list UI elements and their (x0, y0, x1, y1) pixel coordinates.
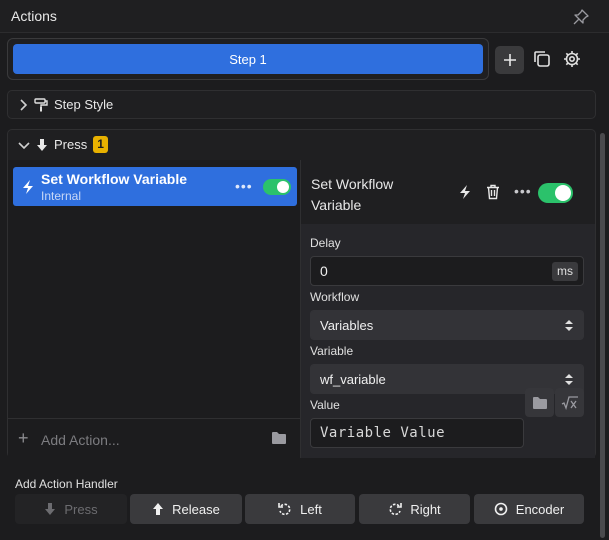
add-handler-label: Add Action Handler (15, 477, 118, 491)
duplicate-icon[interactable] (532, 49, 552, 69)
press-handler-label: Press (64, 501, 98, 517)
more-icon[interactable]: ••• (514, 183, 532, 199)
action-enabled-toggle[interactable] (263, 179, 291, 195)
variable-label: Variable (310, 344, 354, 358)
right-handler-label: Right (410, 501, 441, 517)
add-action-row[interactable]: + Add Action... (8, 418, 300, 458)
value-formula-button[interactable] (555, 388, 584, 417)
action-name: Set Workflow Variable (41, 171, 188, 187)
folder-icon (532, 396, 547, 409)
delay-unit: ms (552, 262, 578, 281)
bolt-icon (23, 180, 33, 194)
square-root-icon (561, 395, 578, 410)
variable-value: wf_variable (320, 371, 386, 387)
value-folder-button[interactable] (525, 388, 554, 417)
detail-title: Set Workflow Variable (311, 176, 394, 213)
select-caret-icon (565, 320, 573, 331)
encoder-handler-button[interactable]: Encoder (474, 494, 584, 524)
left-handler-label: Left (300, 501, 322, 517)
value-input[interactable]: Variable Value (310, 418, 524, 448)
encoder-handler-label: Encoder (515, 501, 565, 517)
chevron-down-icon (18, 141, 30, 149)
arrow-up-icon (153, 503, 164, 515)
delay-label: Delay (310, 236, 341, 250)
value-label: Value (310, 398, 340, 412)
delay-input[interactable]: 0 ms (310, 256, 584, 286)
press-handler-button[interactable]: Press (15, 494, 127, 524)
paint-roller-icon (34, 97, 48, 111)
panel-header: Actions (0, 0, 609, 33)
arrow-down-icon (37, 138, 47, 151)
delay-value: 0 (320, 263, 328, 279)
rotate-right-icon (389, 503, 403, 516)
press-section-header[interactable]: Press 1 (18, 136, 108, 153)
workflow-value: Variables (320, 317, 374, 333)
left-handler-button[interactable]: Left (245, 494, 355, 524)
add-action-label: Add Action... (41, 432, 120, 448)
step-style-section[interactable]: Step Style (7, 90, 596, 119)
press-label: Press (54, 137, 88, 152)
step-style-label: Step Style (54, 97, 114, 112)
folder-icon[interactable] (271, 431, 287, 445)
detail-enabled-toggle[interactable] (538, 183, 573, 203)
workflow-label: Workflow (310, 290, 360, 304)
action-count-badge: 1 (93, 136, 108, 153)
step-1-button[interactable]: Step 1 (13, 44, 483, 74)
plus-icon: + (18, 428, 29, 448)
action-list: Set Workflow Variable Internal ••• + Add… (8, 160, 301, 458)
gear-icon[interactable] (562, 49, 582, 69)
panel-title: Actions (11, 8, 57, 24)
release-handler-label: Release (172, 501, 220, 517)
action-subtitle: Internal (41, 189, 82, 203)
trash-icon[interactable] (486, 184, 500, 200)
pin-icon[interactable] (573, 9, 589, 25)
plus-icon (503, 54, 516, 66)
chevron-right-icon (20, 98, 28, 111)
more-icon[interactable]: ••• (235, 178, 253, 194)
bolt-icon[interactable] (458, 184, 472, 200)
detail-header: Set Workflow Variable ••• (301, 160, 595, 224)
step-bar: Step 1 (7, 38, 489, 80)
right-handler-button[interactable]: Right (359, 494, 470, 524)
encoder-icon (494, 502, 508, 516)
arrow-down-icon (45, 503, 56, 515)
add-step-button[interactable] (495, 46, 524, 74)
rotate-left-icon (278, 503, 291, 516)
value-placeholder: Variable Value (320, 425, 446, 441)
scrollbar[interactable] (600, 133, 605, 538)
press-section: Press 1 Set Workflow Variable Internal •… (7, 129, 596, 458)
select-caret-icon (565, 374, 573, 385)
release-handler-button[interactable]: Release (130, 494, 242, 524)
list-item[interactable]: Set Workflow Variable Internal ••• (13, 167, 297, 206)
workflow-select[interactable]: Variables (310, 310, 584, 340)
